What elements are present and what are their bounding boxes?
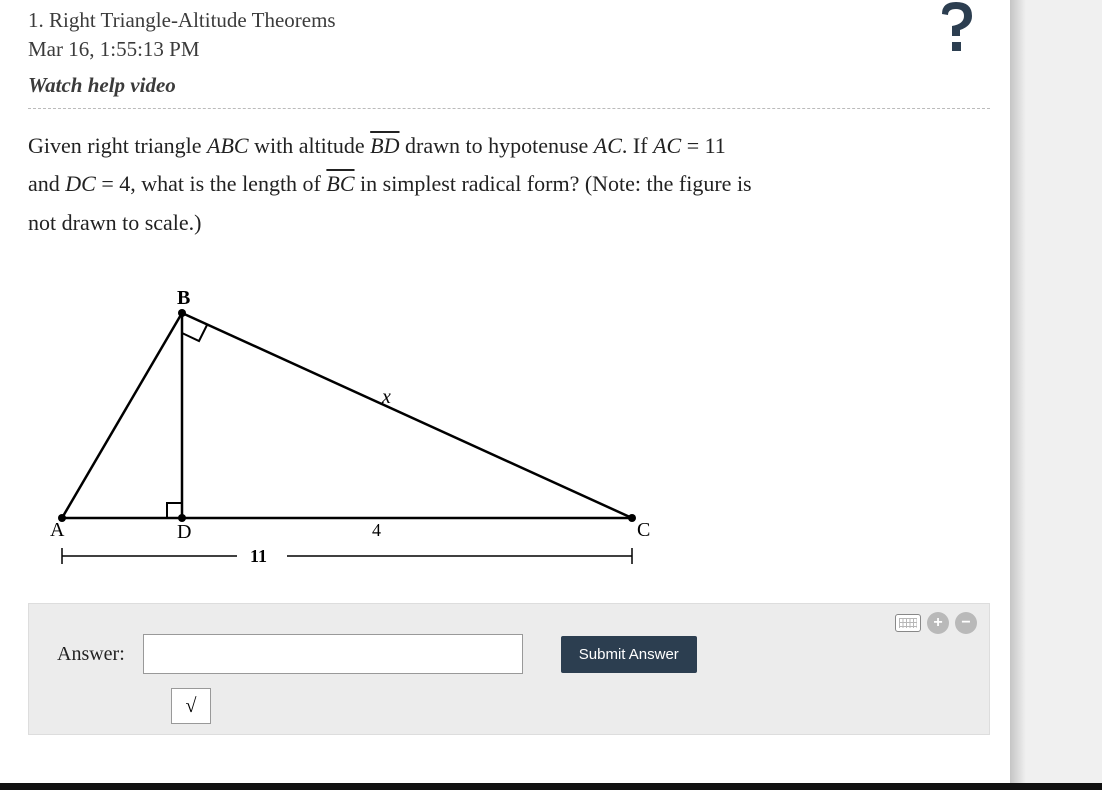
label-ac-11: 11 <box>250 546 267 566</box>
text-frag: = <box>96 171 119 196</box>
math-val-11: 11 <box>705 133 726 158</box>
math-ac: AC <box>653 133 681 158</box>
label-d: D <box>177 521 191 543</box>
label-c: C <box>637 519 650 541</box>
text-frag: Given right triangle <box>28 133 207 158</box>
header-row: 1. Right Triangle-Altitude Theorems Mar … <box>28 6 990 98</box>
help-icon[interactable] <box>932 0 980 44</box>
label-dc-4: 4 <box>372 520 381 540</box>
text-frag: , what is the length of <box>130 171 326 196</box>
text-frag: and <box>28 171 65 196</box>
problem-page: 1. Right Triangle-Altitude Theorems Mar … <box>0 0 1010 790</box>
watch-help-video-link[interactable]: Watch help video <box>28 73 176 98</box>
label-a: A <box>50 519 65 541</box>
answer-row: Answer: Submit Answer <box>57 634 973 674</box>
sqrt-icon: √ <box>186 695 197 718</box>
text-frag: drawn to hypotenuse <box>400 133 594 158</box>
math-altitude: BD <box>370 133 399 158</box>
triangle-diagram: A D C B x 4 11 <box>32 278 990 583</box>
problem-title-line: 1. Right Triangle-Altitude Theorems <box>28 6 336 35</box>
text-frag: in simplest radical form? (Note: the fig… <box>355 171 752 196</box>
text-frag: with altitude <box>249 133 371 158</box>
zoom-out-button[interactable]: − <box>955 612 977 634</box>
answer-input[interactable] <box>143 634 523 674</box>
problem-meta-block: 1. Right Triangle-Altitude Theorems Mar … <box>28 6 336 98</box>
sqrt-button[interactable]: √ <box>171 688 211 724</box>
math-triangle: ABC <box>207 133 249 158</box>
math-dc: DC <box>65 171 96 196</box>
label-x: x <box>381 386 391 408</box>
panel-tools: + − <box>895 612 977 634</box>
label-b: B <box>177 287 190 309</box>
math-bc: BC <box>326 171 354 196</box>
math-hypotenuse: AC <box>594 133 622 158</box>
footer-bar <box>0 783 1102 790</box>
divider <box>28 108 990 109</box>
text-frag: . If <box>622 133 653 158</box>
zoom-in-button[interactable]: + <box>927 612 949 634</box>
answer-panel: + − Answer: Submit Answer √ <box>28 603 990 735</box>
answer-label: Answer: <box>57 643 125 666</box>
problem-number: 1. <box>28 8 44 32</box>
keyboard-icon[interactable] <box>895 614 921 632</box>
problem-statement: Given right triangle ABC with altitude B… <box>28 127 990 243</box>
text-frag: = <box>681 133 704 158</box>
problem-title: Right Triangle-Altitude Theorems <box>49 8 336 32</box>
page-shadow <box>1010 0 1026 790</box>
submit-answer-button[interactable]: Submit Answer <box>561 636 697 673</box>
math-val-4: 4 <box>119 171 130 196</box>
timestamp: Mar 16, 1:55:13 PM <box>28 35 336 64</box>
text-frag: not drawn to scale.) <box>28 210 202 235</box>
